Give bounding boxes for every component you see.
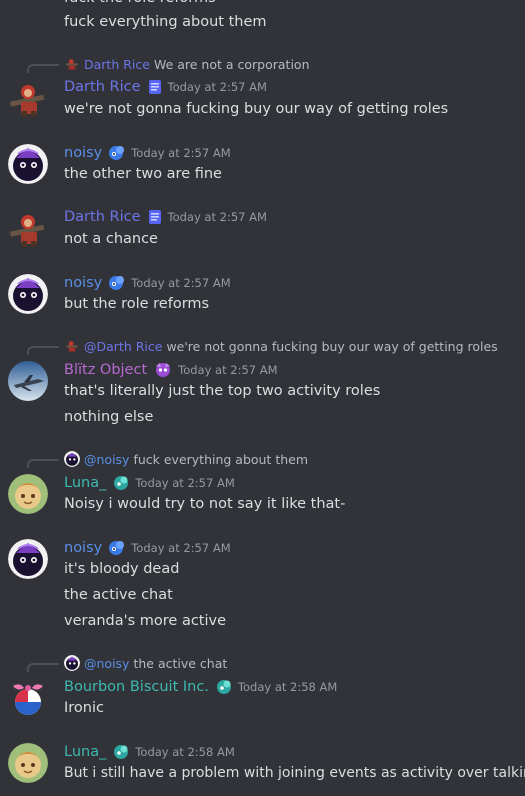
avatar[interactable]	[8, 743, 48, 783]
blue-sticker-icon[interactable]	[107, 539, 127, 557]
message-header: Bourbon Biscuit Inc. Today at 2:58 AM	[64, 676, 337, 698]
username[interactable]: noisy	[64, 145, 102, 161]
reply-author[interactable]: @Darth Rice	[84, 339, 162, 354]
chat-messages: fuck the role reforms fuck everything ab…	[0, 0, 525, 796]
message-header: Luna_ Today at 2:57 AM	[64, 472, 235, 494]
reply-preview[interactable]: @noisy the active chat	[64, 654, 227, 672]
message-line: we're not gonna fucking buy our way of g…	[64, 101, 449, 117]
blue-sticker-icon[interactable]	[107, 144, 127, 162]
message-header: Darth Rice Today at 2:57 AM	[64, 76, 267, 98]
avatar[interactable]	[8, 539, 48, 579]
reply-text[interactable]: We are not a corporation	[154, 57, 310, 72]
message-line: Ironic	[64, 700, 104, 716]
message-line: the active chat	[64, 587, 173, 603]
reply-spine	[27, 459, 59, 468]
avatar[interactable]	[8, 208, 48, 248]
message-line: Noisy i would try to not say it like tha…	[64, 496, 346, 512]
username[interactable]: Darth Rice	[64, 79, 141, 95]
timestamp[interactable]: Today at 2:58 AM	[135, 745, 234, 759]
noisy-mini-avatar	[64, 451, 80, 467]
reply-spine	[27, 346, 59, 355]
timestamp[interactable]: Today at 2:57 AM	[168, 80, 267, 94]
reply-author[interactable]: Darth Rice	[84, 57, 150, 72]
username[interactable]: noisy	[64, 540, 102, 556]
timestamp[interactable]: Today at 2:57 AM	[178, 363, 277, 377]
message-line: fuck the role reforms	[64, 0, 216, 8]
avatar[interactable]	[8, 361, 48, 401]
timestamp[interactable]: Today at 2:57 AM	[168, 210, 267, 224]
reply-author[interactable]: @noisy	[84, 656, 129, 671]
message-header: Blïtz Object Today at 2:57 AM	[64, 359, 278, 381]
username[interactable]: Blïtz Object	[64, 362, 147, 378]
avatar[interactable]	[8, 274, 48, 314]
message-line: not a chance	[64, 231, 158, 247]
reply-text[interactable]: fuck everything about them	[133, 452, 308, 467]
username[interactable]: Darth Rice	[64, 209, 141, 225]
timestamp[interactable]: Today at 2:57 AM	[135, 476, 234, 490]
message-line: veranda's more active	[64, 613, 227, 629]
message-line: it's bloody dead	[64, 561, 180, 577]
timestamp[interactable]: Today at 2:57 AM	[131, 276, 230, 290]
reply-preview[interactable]: @Darth Rice we're not gonna fucking buy …	[64, 337, 498, 355]
blue-sticker-icon[interactable]	[107, 274, 127, 292]
username[interactable]: Luna_	[64, 744, 106, 760]
avatar[interactable]	[8, 78, 48, 118]
message-line: fuck everything about them	[64, 14, 267, 30]
reply-spine	[27, 663, 59, 672]
darth-rice-mini-avatar	[64, 56, 80, 72]
message-line: But i still have a problem with joining …	[64, 765, 525, 781]
timestamp[interactable]: Today at 2:57 AM	[131, 146, 230, 160]
reply-preview[interactable]: Darth Rice We are not a corporation	[64, 55, 310, 73]
blue-book-icon[interactable]	[146, 78, 164, 96]
message-line: but the role reforms	[64, 296, 210, 312]
teal-sticker-icon[interactable]	[111, 743, 131, 761]
blue-book-icon[interactable]	[146, 208, 164, 226]
timestamp[interactable]: Today at 2:58 AM	[238, 680, 337, 694]
avatar[interactable]	[8, 474, 48, 514]
teal-sticker-icon[interactable]	[111, 474, 131, 492]
username[interactable]: noisy	[64, 275, 102, 291]
message-header: noisy Today at 2:57 AM	[64, 272, 231, 294]
message-header: noisy Today at 2:57 AM	[64, 142, 231, 164]
darth-rice-mini-avatar	[64, 338, 80, 354]
username[interactable]: Luna_	[64, 475, 106, 491]
username[interactable]: Bourbon Biscuit Inc.	[64, 679, 209, 695]
reply-preview[interactable]: @noisy fuck everything about them	[64, 450, 308, 468]
reply-text[interactable]: the active chat	[133, 656, 227, 671]
teal-sticker-icon[interactable]	[214, 678, 234, 696]
message-line: that's literally just the top two activi…	[64, 383, 381, 399]
avatar[interactable]	[8, 678, 48, 718]
reply-text[interactable]: we're not gonna fucking buy our way of g…	[166, 339, 497, 354]
purple-sticker-icon[interactable]	[152, 361, 174, 379]
noisy-mini-avatar	[64, 655, 80, 671]
message-line: the other two are fine	[64, 166, 222, 182]
message-header: noisy Today at 2:57 AM	[64, 537, 231, 559]
message-header: Luna_ Today at 2:58 AM	[64, 741, 235, 763]
message-line: nothing else	[64, 409, 154, 425]
reply-author[interactable]: @noisy	[84, 452, 129, 467]
message-header: Darth Rice Today at 2:57 AM	[64, 206, 267, 228]
timestamp[interactable]: Today at 2:57 AM	[131, 541, 230, 555]
avatar[interactable]	[8, 144, 48, 184]
reply-spine	[27, 64, 59, 73]
